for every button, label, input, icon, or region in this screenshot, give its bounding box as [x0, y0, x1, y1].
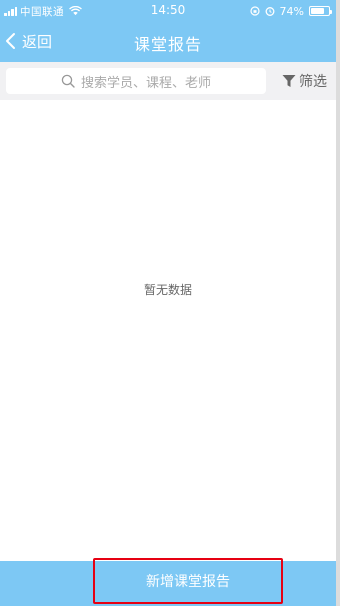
orientation-lock-icon: [249, 6, 260, 16]
battery-percent: 74%: [279, 4, 304, 18]
bottom-bar: 新增课堂报告: [0, 558, 336, 606]
search-input[interactable]: 搜索学员、课程、老师: [6, 68, 266, 94]
search-bar: 搜索学员、课程、老师 筛选: [0, 62, 336, 100]
status-right: 74%: [249, 4, 332, 18]
filter-label: 筛选: [299, 74, 327, 90]
page-title: 课堂报告: [133, 35, 202, 54]
filter-icon: [282, 75, 296, 87]
report-list: 暂无数据: [0, 100, 336, 561]
status-bar: 中国联通 14:50 74%: [0, 0, 336, 22]
header: 中国联通 14:50 74% 返回 课堂报告: [0, 0, 336, 62]
nav-bar: 返回 课堂报告: [0, 22, 336, 62]
search-placeholder: 搜索学员、课程、老师: [80, 75, 211, 91]
page-edge: [336, 0, 340, 606]
filter-button[interactable]: 筛选: [282, 70, 327, 92]
add-class-report-button[interactable]: 新增课堂报告: [93, 558, 283, 604]
search-icon: [61, 74, 75, 88]
battery-icon: [309, 6, 332, 16]
alarm-icon: [265, 7, 274, 16]
empty-state-text: 暂无数据: [143, 283, 192, 297]
